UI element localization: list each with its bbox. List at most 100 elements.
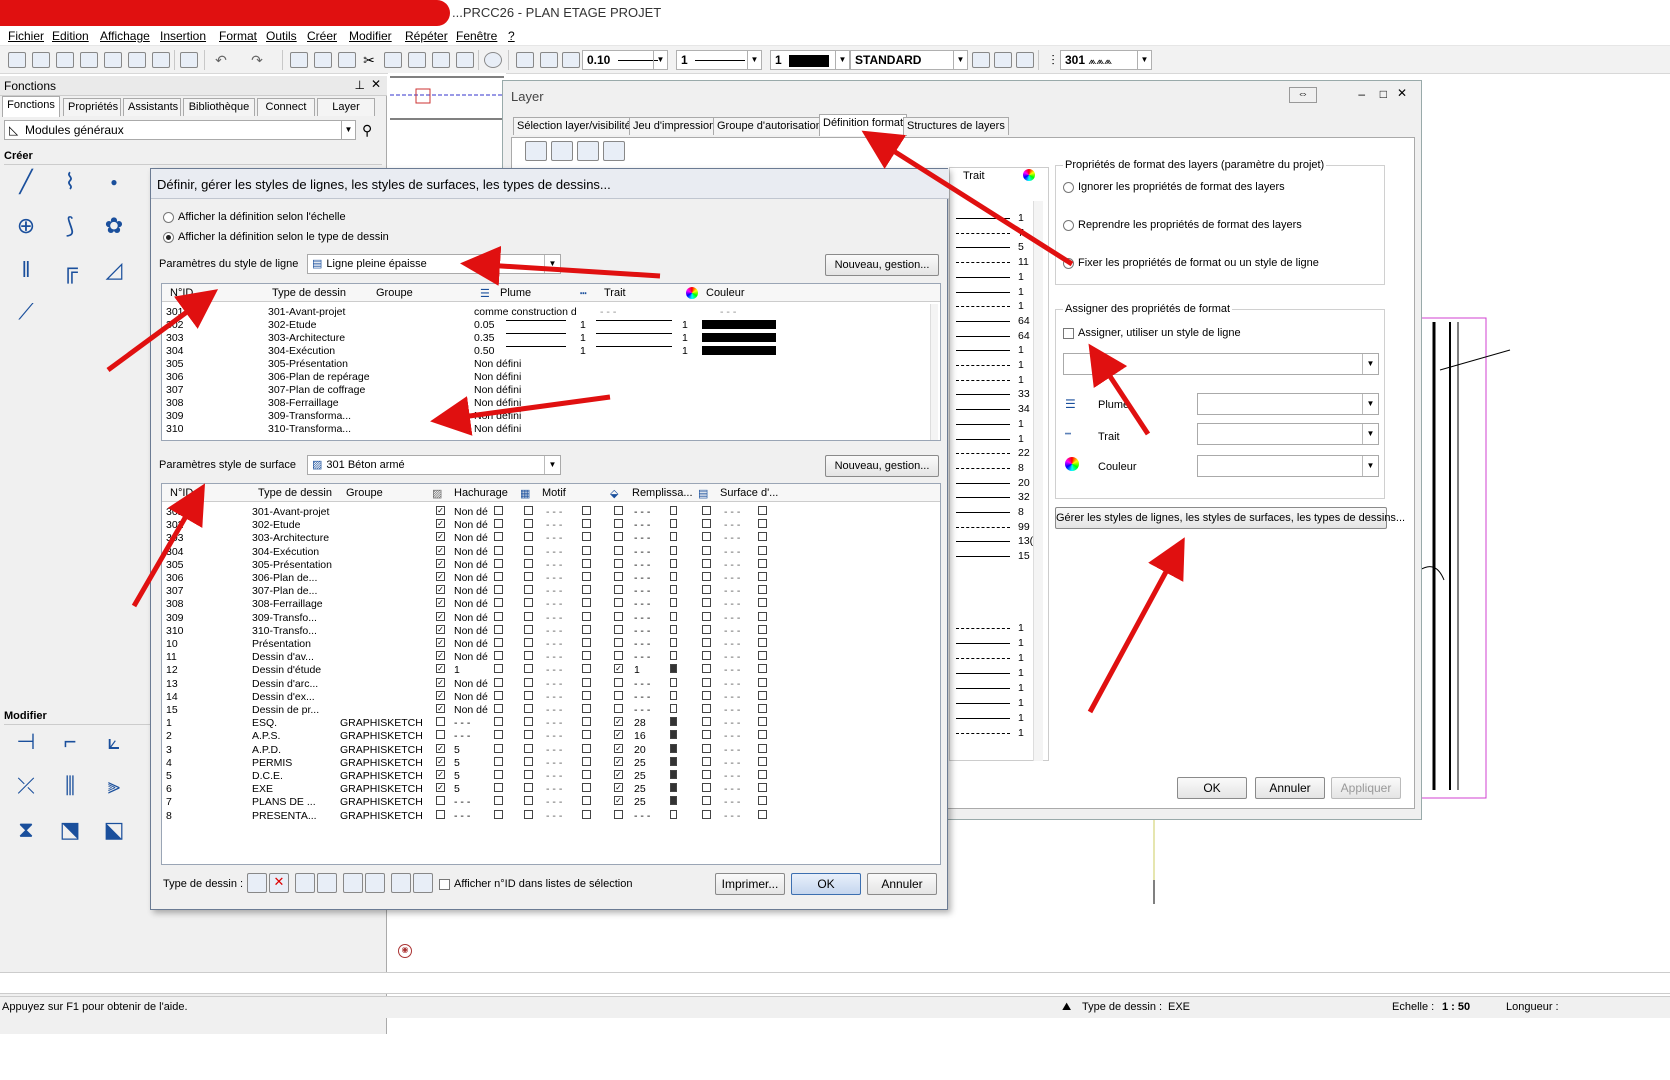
table-row[interactable]: 306 306-Plan de... ✓ Non dé - - -- - -- - - — [162, 572, 940, 585]
table-row[interactable]: 303 303-Architecture ✓ Non dé - - -- - -- - … — [162, 532, 940, 545]
tab-authorization-group[interactable]: Groupe d'autorisation — [713, 117, 826, 135]
line-tool-icon[interactable]: ╱ — [12, 168, 40, 196]
table-row[interactable]: 15 Dessin de pr... ✓ Non dé - - -- - -- - - — [162, 704, 940, 717]
frame-icon[interactable] — [408, 52, 426, 68]
table-row[interactable]: 10 Présentation ✓ Non dé - - -- - -- - - — [162, 638, 940, 651]
tab-layer-selection[interactable]: Sélection layer/visibilité — [513, 117, 635, 135]
move-bottom-icon[interactable] — [317, 873, 337, 893]
table-row[interactable]: 303 303-Architecture 0.35 1 1 — [162, 332, 940, 345]
chamfer-tool-icon[interactable]: ⟀ — [100, 728, 128, 756]
radio-ignore[interactable]: Ignorer les propriétés de format des lay… — [1063, 181, 1285, 193]
measure-icon[interactable] — [290, 52, 308, 68]
plus-icon[interactable] — [104, 52, 122, 68]
radio-fixer[interactable]: Fixer les propriétés de format ou un sty… — [1063, 257, 1319, 269]
table-row[interactable]: 307 307-Plan de coffrage Non défini — [162, 384, 940, 397]
circle-tool-icon[interactable]: ⊕ — [12, 212, 40, 240]
move-top-icon[interactable] — [295, 873, 315, 893]
edit-tool-icon[interactable]: ⬔ — [56, 816, 84, 844]
dimension-tool-icon[interactable]: ⟋ — [12, 298, 40, 326]
move-down-icon[interactable] — [365, 873, 385, 893]
point-tool-icon[interactable]: ● — [100, 168, 128, 196]
layer-down-icon[interactable] — [994, 52, 1012, 68]
image-icon[interactable] — [432, 52, 450, 68]
new-file-icon[interactable] — [8, 52, 26, 68]
search-icon[interactable]: ⚲ — [362, 122, 372, 139]
cube-icon[interactable] — [456, 52, 474, 68]
polyline-tool-icon[interactable]: ⌇ — [56, 168, 84, 196]
tab-print-set[interactable]: Jeu d'impression — [629, 117, 720, 135]
menu-fichier[interactable]: Fichier — [8, 29, 44, 43]
cad-canvas-strip[interactable] — [388, 73, 506, 133]
new-surface-style-button[interactable]: Nouveau, gestion... — [825, 455, 939, 477]
offset-tool-icon[interactable]: ╔ — [56, 256, 84, 284]
help-icon[interactable] — [484, 52, 502, 68]
apply-button[interactable]: Appliquer — [1331, 777, 1401, 799]
table-row[interactable]: 308 308-Ferraillage Non défini — [162, 397, 940, 410]
scissors-icon[interactable]: ✂ — [360, 52, 378, 68]
table-row[interactable]: 13 Dessin d'arc... ✓ Non dé - - -- - -- - - — [162, 677, 940, 691]
menu-creer[interactable]: Créer — [307, 29, 337, 43]
expand-icon[interactable]: ⇔ — [1289, 87, 1317, 103]
tab-fonctions[interactable]: Fonctions — [2, 96, 60, 117]
table-row[interactable]: 307 307-Plan de... ✓ Non dé - - -- - -- - - — [162, 585, 940, 598]
manage-styles-button[interactable]: Gérer les styles de lignes, les styles d… — [1055, 507, 1405, 529]
table-row[interactable]: 309 309-Transfo... ✓ Non dé - - -- - -- - - — [162, 611, 940, 625]
mirror-tool-icon[interactable]: ⧗ — [12, 816, 40, 844]
show-id-check[interactable]: Afficher n°ID dans listes de sélection — [439, 878, 632, 890]
ok-button[interactable]: OK — [1177, 777, 1247, 799]
stretch-tool-icon[interactable]: ⫼ — [56, 772, 84, 800]
cancel-button[interactable]: Annuler — [867, 873, 937, 895]
menu-outils[interactable]: Outils — [266, 29, 297, 43]
radio-by-type[interactable]: Afficher la définition selon le type de … — [163, 231, 389, 243]
table-row[interactable]: 301 301-Avant-projet comme construction d -… — [162, 306, 940, 319]
menu-affichage[interactable]: Affichage — [100, 29, 150, 43]
section-icon[interactable] — [338, 52, 356, 68]
parallel-tool-icon[interactable]: ‖ — [12, 256, 40, 284]
pen-icon[interactable] — [540, 52, 558, 68]
menu-fenetre[interactable]: Fenêtre — [456, 29, 497, 43]
move-tool-icon[interactable]: ⫸ — [100, 772, 128, 800]
table-row[interactable]: 305 305-Présentation ✓ Non dé - - -- - -- - … — [162, 558, 940, 572]
print-button[interactable]: Imprimer... — [715, 873, 785, 895]
hatch-tool-icon[interactable]: ◿ — [100, 256, 128, 284]
surface-style-grid[interactable]: N°ID Type de dessin Groupe ▨ Hachurage ▦ M… — [161, 483, 941, 865]
table-row[interactable]: 309 309-Transforma... Non défini — [162, 410, 940, 423]
table-row[interactable]: 304 304-Exécution 0.50 1 1 — [162, 345, 940, 358]
eye-icon[interactable] — [384, 52, 402, 68]
tab-assistants[interactable]: Assistants — [123, 98, 181, 116]
table-row[interactable]: 3 A.P.D. GRAPHISKETCH ✓ 5- - - ✓ 20- - - — [162, 743, 940, 757]
maximize-icon[interactable]: □ — [1380, 87, 1387, 101]
export-icon[interactable] — [413, 873, 433, 893]
command-bar[interactable] — [0, 972, 1670, 994]
table-row[interactable]: 7 PLANS DE ... GRAPHISKETCH - - -- - - ✓ 25- … — [162, 796, 940, 809]
pen-thickness-select[interactable]: 0.10 ▼ — [582, 50, 668, 70]
folder-icon[interactable] — [56, 52, 74, 68]
layer-stack-icon[interactable] — [972, 52, 990, 68]
tab-layer-structures[interactable]: Structures de layers — [903, 117, 1009, 135]
close-icon[interactable]: ✕ — [1397, 86, 1407, 100]
menu-edition[interactable]: Edition — [52, 29, 89, 43]
table-row[interactable]: 5 D.C.E. GRAPHISKETCH ✓ 5- - - ✓ 25- - - — [162, 770, 940, 783]
minimize-icon[interactable]: – — [1358, 87, 1365, 101]
table-row[interactable]: 305 305-Présentation Non défini — [162, 358, 940, 371]
split-tool-icon[interactable]: ⤫ — [12, 772, 40, 800]
table-row[interactable]: 11 Dessin d'av... ✓ Non dé - - -- - -- - - — [162, 651, 940, 664]
radio-by-scale[interactable]: Afficher la définition selon l'échelle — [163, 211, 346, 223]
eyedropper-icon[interactable] — [562, 52, 580, 68]
remove-icon[interactable] — [551, 141, 573, 161]
couleur-select[interactable]: ▼ — [1197, 455, 1379, 477]
cancel-button[interactable]: Annuler — [1255, 777, 1325, 799]
menu-modifier[interactable]: Modifier — [349, 29, 392, 43]
dimension-icon[interactable] — [314, 52, 332, 68]
table-row[interactable]: 4 PERMIS GRAPHISKETCH ✓ 5- - - ✓ 25- - - — [162, 756, 940, 770]
copy-tool-icon[interactable]: ⬕ — [100, 816, 128, 844]
print-icon[interactable] — [603, 141, 625, 161]
table-row[interactable]: 14 Dessin d'ex... ✓ Non dé - - -- - -- - - — [162, 690, 940, 704]
table-row[interactable]: 302 302-Etude 0.05 1 1 — [162, 319, 940, 332]
pin-icon[interactable]: ⊥ — [355, 78, 365, 92]
menu-format[interactable]: Format — [219, 29, 257, 43]
trim-tool-icon[interactable]: ⊣ — [12, 728, 40, 756]
add-icon[interactable] — [525, 141, 547, 161]
delete-icon[interactable]: ✕ — [269, 873, 289, 893]
zoom-icon[interactable] — [577, 141, 599, 161]
